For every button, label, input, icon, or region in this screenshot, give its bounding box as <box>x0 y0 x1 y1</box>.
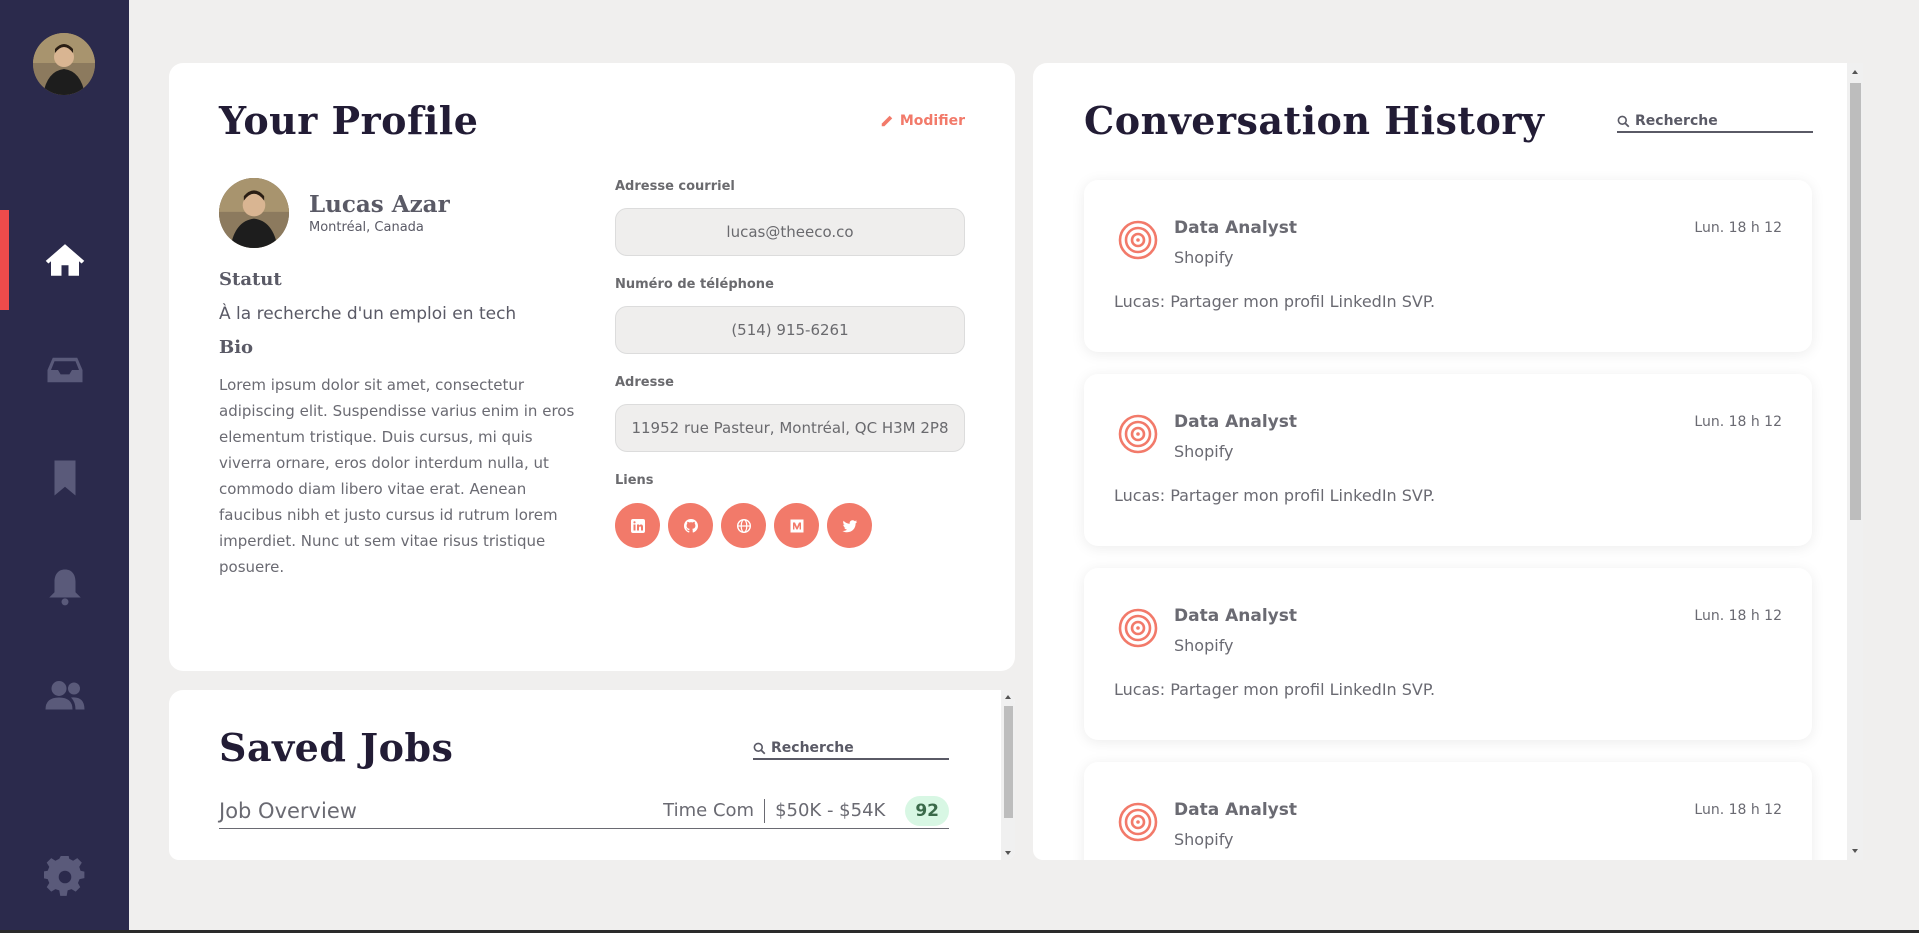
email-label: Adresse courriel <box>615 179 735 194</box>
github-icon <box>683 518 698 532</box>
twitter-icon <box>841 519 857 532</box>
nav-notifications[interactable] <box>0 537 129 637</box>
job-type: Time Com <box>663 800 755 821</box>
phone-field[interactable]: (514) 915-6261 <box>615 306 965 354</box>
linkedin-link[interactable] <box>615 503 660 548</box>
globe-icon <box>736 518 751 533</box>
saved-jobs-scrollbar[interactable] <box>1001 690 1015 860</box>
medium-link[interactable] <box>774 503 819 548</box>
conversation-item[interactable]: Data Analyst Shopify Lun. 18 h 12 Lucas:… <box>1084 374 1812 546</box>
conversation-item[interactable]: Data Analyst Shopify Lun. 18 h 12 Lucas:… <box>1084 568 1812 740</box>
bio-text: Lorem ipsum dolor sit amet, consectetur … <box>219 376 575 576</box>
nav-settings[interactable] <box>0 827 129 927</box>
edit-profile-link[interactable]: Modifier <box>880 113 965 129</box>
avatar-image <box>219 178 289 248</box>
email-field[interactable]: lucas@theeco.co <box>615 208 965 256</box>
job-meta: Time Com $50K - $54K 92 <box>663 795 949 826</box>
users-icon <box>45 681 84 710</box>
conversation-company: Shopify <box>1174 442 1234 461</box>
edit-profile-label: Modifier <box>899 113 965 129</box>
address-field[interactable]: 11952 rue Pasteur, Montréal, QC H3M 2P8 <box>615 404 965 452</box>
github-link[interactable] <box>668 503 713 548</box>
conversation-title: Data Analyst <box>1174 412 1297 432</box>
linkedin-icon <box>630 518 645 533</box>
pencil-icon <box>881 115 893 127</box>
nav-inbox[interactable] <box>0 320 129 420</box>
job-meta-divider <box>764 798 766 823</box>
company-logo-icon <box>1118 802 1158 842</box>
saved-jobs-card: Saved Jobs Recherche Job Overview Time C… <box>169 690 1015 860</box>
user-location: Montréal, Canada <box>309 220 424 235</box>
bio-heading: Bio <box>219 337 254 358</box>
search-icon <box>753 742 766 754</box>
sidebar-avatar[interactable] <box>33 33 95 95</box>
inbox-icon <box>47 357 82 383</box>
conversation-history-title: Conversation History <box>1084 98 1545 143</box>
user-block: Lucas Azar Montréal, Canada <box>219 178 450 248</box>
conversation-company: Shopify <box>1174 636 1234 655</box>
address-label: Adresse <box>615 375 674 390</box>
search-icon <box>1617 115 1630 127</box>
conversation-time: Lun. 18 h 12 <box>1694 220 1782 236</box>
sidebar <box>0 0 129 933</box>
bookmark-icon <box>54 460 75 496</box>
conversation-scrollbar[interactable] <box>1847 63 1863 860</box>
profile-title: Your Profile <box>219 98 479 143</box>
conversation-scroll-thumb[interactable] <box>1850 83 1861 520</box>
bell-icon <box>48 569 81 606</box>
conversation-company: Shopify <box>1174 248 1234 267</box>
avatar-image <box>33 33 95 95</box>
saved-jobs-scroll-thumb[interactable] <box>1004 706 1013 818</box>
conversation-message: Lucas: Partager mon profil LinkedIn SVP. <box>1114 680 1436 699</box>
saved-jobs-search-placeholder: Recherche <box>771 740 854 756</box>
profile-card: Your Profile Modifier Lucas Azar Montréa… <box>169 63 1015 671</box>
company-logo-icon <box>1118 608 1158 648</box>
nav-bookmark[interactable] <box>0 428 129 528</box>
conversation-search-placeholder: Recherche <box>1635 113 1718 129</box>
scroll-up-icon[interactable] <box>1851 68 1859 76</box>
company-logo-icon <box>1118 220 1158 260</box>
company-logo-icon <box>1118 414 1158 454</box>
job-score-badge: 92 <box>905 795 949 826</box>
conversation-title: Data Analyst <box>1174 800 1297 820</box>
conversation-item[interactable]: Data Analyst Shopify Lun. 18 h 12 Lucas:… <box>1084 180 1812 352</box>
website-link[interactable] <box>721 503 766 548</box>
status-text: À la recherche d'un emploi en tech <box>219 304 517 324</box>
conversation-message: Lucas: Partager mon profil LinkedIn SVP. <box>1114 486 1436 505</box>
user-name: Lucas Azar <box>309 191 450 218</box>
conversation-item[interactable]: Data Analyst Shopify Lun. 18 h 12 <box>1084 762 1812 860</box>
gear-icon <box>43 856 84 896</box>
conversation-history-card: Conversation History Recherche Data Anal… <box>1033 63 1863 860</box>
medium-icon <box>790 519 803 532</box>
status-heading: Statut <box>219 269 282 290</box>
saved-jobs-title: Saved Jobs <box>219 725 454 770</box>
scroll-down-icon[interactable] <box>1004 849 1012 857</box>
saved-jobs-search[interactable]: Recherche <box>753 740 949 760</box>
nav-home[interactable] <box>0 210 129 310</box>
scroll-up-icon[interactable] <box>1004 693 1012 701</box>
conversation-time: Lun. 18 h 12 <box>1694 414 1782 430</box>
social-links <box>615 503 872 548</box>
conversation-time: Lun. 18 h 12 <box>1694 608 1782 624</box>
job-row[interactable]: Job Overview Time Com $50K - $54K 92 <box>219 793 949 829</box>
job-salary: $50K - $54K <box>775 800 886 821</box>
conversation-company: Shopify <box>1174 830 1234 849</box>
phone-label: Numéro de téléphone <box>615 277 774 292</box>
twitter-link[interactable] <box>827 503 872 548</box>
conversation-time: Lun. 18 h 12 <box>1694 802 1782 818</box>
job-title: Job Overview <box>219 798 357 823</box>
avatar <box>219 178 289 248</box>
conversation-search[interactable]: Recherche <box>1617 113 1813 133</box>
links-label: Liens <box>615 473 654 488</box>
conversation-message: Lucas: Partager mon profil LinkedIn SVP. <box>1114 292 1436 311</box>
scroll-down-icon[interactable] <box>1851 847 1859 855</box>
conversation-title: Data Analyst <box>1174 218 1297 238</box>
nav-users[interactable] <box>0 646 129 746</box>
home-icon <box>45 244 84 276</box>
conversation-title: Data Analyst <box>1174 606 1297 626</box>
